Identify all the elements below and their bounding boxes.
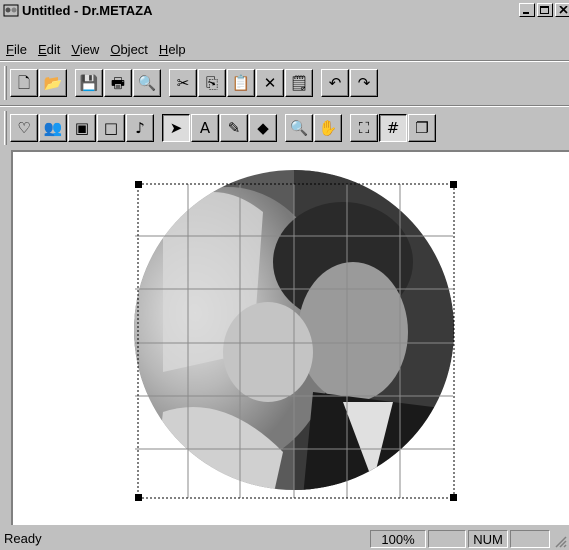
heart-shape-icon: ♡ [17,118,31,137]
zoom-magnifier-button[interactable]: 🔍 [285,114,313,142]
print-preview-button[interactable]: 🔍 [133,69,161,97]
undo-icon: ↶ [328,73,342,92]
status-bar: Ready 100% NUM [0,528,569,550]
tools-toolbar: ♡ 👥 ▣ □ ♪ ➤ A ✎ ◆ 🔍 ✋ ⛶ # ❐ [0,107,569,149]
new-file-button[interactable]: 🗋 [10,69,38,97]
people-clipart-icon: 👥 [43,118,63,137]
blank-frame-button[interactable]: □ [97,114,125,142]
title-bar[interactable]: Untitled - Dr.METAZA [0,0,569,20]
blank-frame-icon: □ [103,118,119,137]
new-file-icon: 🗋 [17,73,31,92]
resize-handle-top-right[interactable] [450,181,457,188]
open-folder-button[interactable]: 📂 [39,69,67,97]
copy-button[interactable]: ⎘ [198,69,226,97]
layers-window-icon: ❐ [415,118,429,137]
select-arrow-icon: ➤ [169,118,183,137]
redo-button[interactable]: ↷ [350,69,378,97]
num-lock-panel: NUM [468,530,508,548]
open-folder-icon: 📂 [43,73,63,92]
menu-view[interactable]: View [71,42,99,57]
grid-toggle-button[interactable]: # [379,114,407,142]
people-clipart-button[interactable]: 👥 [39,114,67,142]
paste-icon: 📋 [231,73,251,92]
fit-window-icon: ⛶ [358,118,370,137]
toolbar-grip[interactable] [4,111,7,145]
hand-pan-button[interactable]: ✋ [314,114,342,142]
undo-button[interactable]: ↶ [321,69,349,97]
toolbar-grip[interactable] [4,66,7,100]
resize-handle-bottom-right[interactable] [450,494,457,501]
save-disk-icon: 💾 [79,73,99,92]
maximize-button[interactable] [537,3,553,17]
pen-tool-button[interactable]: ✎ [220,114,248,142]
cut-scissors-button[interactable]: ✂ [169,69,197,97]
text-tool-icon: A [199,118,211,137]
photo-frame-icon: ▣ [74,118,90,137]
delete-x-icon: ✕ [263,73,277,92]
copy-icon: ⎘ [205,73,218,92]
save-disk-button[interactable]: 💾 [75,69,103,97]
pen-tool-icon: ✎ [227,118,241,137]
cut-scissors-icon: ✂ [176,73,190,92]
layers-window-button[interactable]: ❐ [408,114,436,142]
minimize-button[interactable] [519,3,535,17]
fill-tool-icon: ◆ [257,118,269,137]
resize-handle-bottom-left[interactable] [135,494,142,501]
select-arrow-button[interactable]: ➤ [162,114,190,142]
status-text: Ready [4,531,42,546]
heart-shape-button[interactable]: ♡ [10,114,38,142]
resize-handle-top-left[interactable] [135,181,142,188]
document-canvas[interactable] [11,150,569,525]
zoom-panel: 100% [370,530,426,548]
fit-window-button[interactable]: ⛶ [350,114,378,142]
app-icon[interactable] [3,3,19,17]
resize-grip-icon[interactable] [553,534,567,548]
photo-frame-button[interactable]: ▣ [68,114,96,142]
text-tool-button[interactable]: A [191,114,219,142]
photo-image[interactable] [118,167,473,497]
music-note-button[interactable]: ♪ [126,114,154,142]
status-panel-empty [428,530,466,548]
print-button[interactable]: 🖶 [104,69,132,97]
status-panel-empty [510,530,550,548]
menu-object[interactable]: Object [110,42,148,57]
redo-icon: ↷ [357,73,371,92]
grid-toggle-icon: # [386,118,400,137]
music-note-icon: ♪ [135,118,145,137]
fill-tool-button[interactable]: ◆ [249,114,277,142]
properties-button[interactable]: 🗒 [285,69,313,97]
menu-edit[interactable]: Edit [38,42,60,57]
menu-bar: File Edit View Object Help [0,39,569,59]
standard-toolbar: 🗋 📂 💾 🖶 🔍 ✂ ⎘ 📋 ✕ 🗒 ↶ ↷ [0,62,569,104]
print-icon: 🖶 [110,73,126,92]
window-title: Untitled - Dr.METAZA [22,2,153,18]
menu-file[interactable]: File [6,42,27,57]
properties-icon: 🗒 [289,73,309,92]
zoom-magnifier-icon: 🔍 [289,118,309,137]
menu-help[interactable]: Help [159,42,186,57]
close-button[interactable] [555,3,569,17]
delete-x-button[interactable]: ✕ [256,69,284,97]
paste-button[interactable]: 📋 [227,69,255,97]
print-preview-icon: 🔍 [137,73,157,92]
hand-pan-icon: ✋ [318,118,338,137]
